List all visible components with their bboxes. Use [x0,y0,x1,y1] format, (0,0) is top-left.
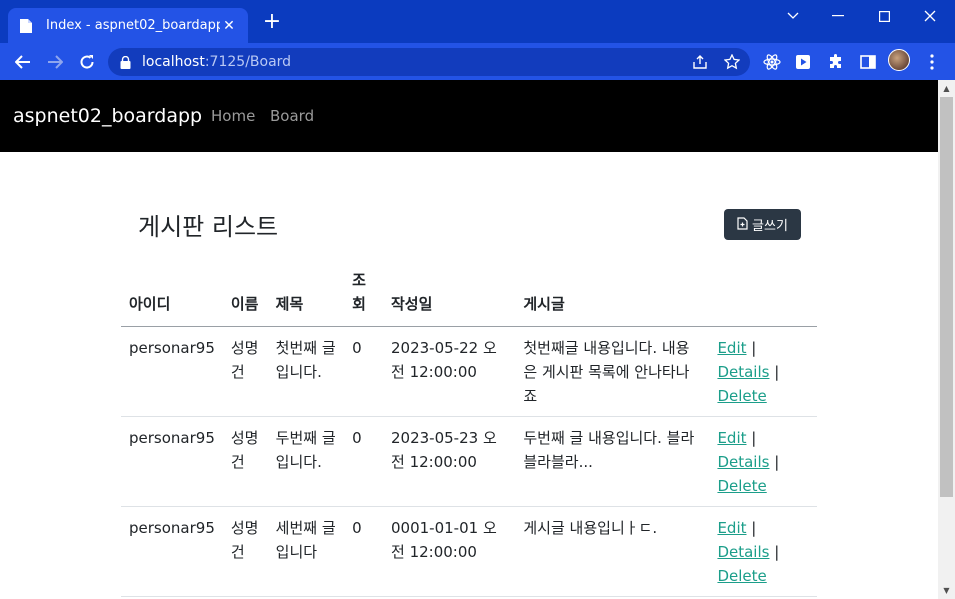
cell-name: 성명건 [222,506,268,597]
site-navbar: aspnet02_boardapp Home Board [0,80,938,152]
header-id: 아이디 [121,264,223,327]
cell-name: 성명건 [222,416,268,507]
edit-link[interactable]: Edit [717,429,746,447]
star-icon[interactable] [722,52,742,72]
new-tab-button[interactable]: + [262,11,282,33]
tab-title: Index - aspnet02_boardapp [46,18,220,33]
lock-icon[interactable] [120,55,134,69]
menu-kebab-icon[interactable] [921,51,943,73]
scroll-thumb[interactable] [940,97,953,497]
close-icon[interactable]: ✕ [220,18,238,34]
page-title: 게시판 리스트 [138,213,279,241]
media-extension-icon[interactable] [792,51,814,73]
cell-actions: Edit | Details | Delete [709,506,817,597]
maximize-icon[interactable] [871,6,897,26]
url-path: :7125/Board [204,54,292,70]
forward-arrow-icon[interactable] [44,51,66,73]
cell-date: 2023-05-23 오전 12:00:00 [383,416,516,507]
nav-board[interactable]: Board [270,107,314,125]
header-content: 게시글 [515,264,710,327]
cell-views: 0 [344,326,383,417]
cell-title: 첫번째 글입니다. [267,326,345,417]
page-viewport: aspnet02_boardapp Home Board 게시판 리스트 글쓰기… [0,80,938,599]
browser-titlebar: Index - aspnet02_boardapp ✕ + [0,0,955,43]
nav-home[interactable]: Home [211,107,255,125]
details-link[interactable]: Details [717,543,769,561]
window-close-icon[interactable] [917,6,943,26]
cell-actions: Edit | Details | Delete [709,416,817,507]
table-row: personar95 성명건 세번째 글입니다 0 0001-01-01 오전 … [121,506,817,597]
separator: | [774,543,780,561]
separator: | [774,363,780,381]
cell-title: 세번째 글입니다 [267,506,345,597]
scroll-up-arrow-icon[interactable]: ▲ [938,80,955,97]
delete-link[interactable]: Delete [717,477,766,495]
header-date: 작성일 [383,264,516,327]
minimize-icon[interactable] [825,6,851,26]
address-bar[interactable]: localhost:7125/Board [108,48,750,76]
site-brand[interactable]: aspnet02_boardapp [13,105,202,127]
url-host: localhost [142,54,205,70]
table-header-row: 아이디 이름 제목 조회 작성일 게시글 [121,264,817,327]
cell-id: personar95 [121,506,223,597]
browser-tab[interactable]: Index - aspnet02_boardapp ✕ [8,8,248,43]
separator: | [751,339,757,357]
file-plus-icon [737,216,748,233]
react-extension-icon[interactable] [761,51,783,73]
cell-id: personar95 [121,416,223,507]
details-link[interactable]: Details [717,453,769,471]
table-row: personar95 성명건 첫번째 글입니다. 0 2023-05-22 오전… [121,326,817,417]
separator: | [751,429,757,447]
page-icon [18,18,34,34]
profile-avatar[interactable] [888,49,910,71]
cell-content: 두번째 글 내용입니다. 블라블라블라... [515,416,710,507]
cell-date: 0001-01-01 오전 12:00:00 [383,506,516,597]
page-scrollbar[interactable]: ▲ ▼ [938,80,955,599]
edit-link[interactable]: Edit [717,339,746,357]
cell-views: 0 [344,506,383,597]
details-link[interactable]: Details [717,363,769,381]
puzzle-extension-icon[interactable] [825,51,847,73]
header-name: 이름 [222,264,268,327]
cell-name: 성명건 [222,326,268,417]
edit-link[interactable]: Edit [717,519,746,537]
share-icon[interactable] [690,52,710,72]
separator: | [774,453,780,471]
cell-content: 첫번째글 내용입니다. 내용은 게시판 목록에 안나타나죠 [515,326,710,417]
header-views: 조회 [344,264,383,327]
cell-title: 두번째 글입니다. [267,416,345,507]
header-actions [709,264,817,327]
cell-actions: Edit | Details | Delete [709,326,817,417]
cell-date: 2023-05-22 오전 12:00:00 [383,326,516,417]
url-text: localhost:7125/Board [142,54,291,70]
write-post-label: 글쓰기 [752,218,788,233]
delete-link[interactable]: Delete [717,567,766,585]
back-arrow-icon[interactable] [12,51,34,73]
table-row: personar95 성명건 두번째 글입니다. 0 2023-05-23 오전… [121,416,817,507]
cell-views: 0 [344,416,383,507]
cell-content: 게시글 내용입니ㅏㄷ. [515,506,710,597]
chevron-down-icon[interactable] [780,6,806,26]
separator: | [751,519,757,537]
delete-link[interactable]: Delete [717,387,766,405]
reload-icon[interactable] [76,51,98,73]
board-table: 아이디 이름 제목 조회 작성일 게시글 personar95 성명건 첫번째 … [121,264,817,597]
write-post-button[interactable]: 글쓰기 [724,209,801,240]
scroll-down-arrow-icon[interactable]: ▼ [938,582,955,599]
header-title: 제목 [267,264,345,327]
browser-toolbar: localhost:7125/Board [0,43,955,80]
cell-id: personar95 [121,326,223,417]
sidepanel-icon[interactable] [857,51,879,73]
